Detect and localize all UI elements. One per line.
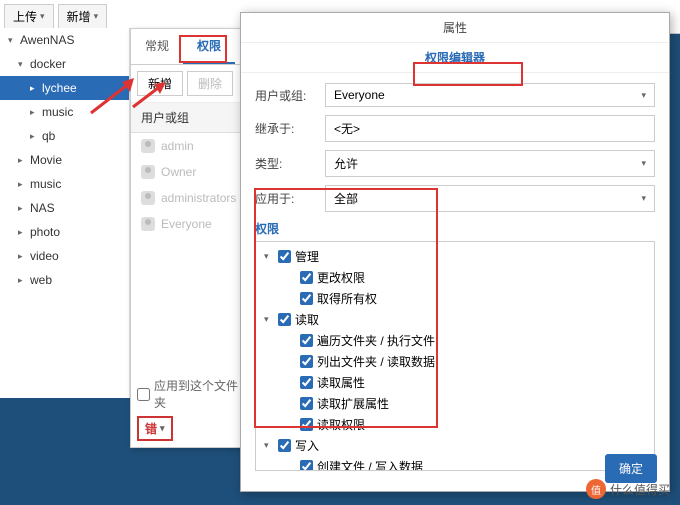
properties-panel: 常规 权限 新增 删除 用户或组 admin Owner administrat… <box>130 28 250 448</box>
apply-select[interactable]: 全部▾ <box>325 185 655 212</box>
perm-traverse[interactable]: 遍历文件夹 / 执行文件 <box>260 330 650 351</box>
chevron-down-icon: ▾ <box>94 11 99 22</box>
tree-movie[interactable]: ▸Movie <box>0 148 129 172</box>
tab-permission[interactable]: 权限 <box>183 29 235 64</box>
perm-read-attr[interactable]: 读取属性 <box>260 372 650 393</box>
tab-general[interactable]: 常规 <box>131 29 183 64</box>
create-button[interactable]: 新增▾ <box>58 4 108 29</box>
user-row[interactable]: Everyone <box>131 211 249 237</box>
user-row[interactable]: admin <box>131 133 249 159</box>
folder-tree: ▾AwenNAS ▾docker ▸lychee ▸music ▸qb ▸Mov… <box>0 28 130 398</box>
watermark-badge: 值 <box>586 479 606 499</box>
dialog-subtitle: 权限编辑器 <box>241 43 669 73</box>
watermark: 值 什么值得买 <box>586 479 670 499</box>
perm-write[interactable]: ▾写入 <box>260 435 650 456</box>
user-icon <box>141 165 155 179</box>
perm-read-perm[interactable]: 读取权限 <box>260 414 650 435</box>
delete-user-button[interactable]: 删除 <box>187 71 233 96</box>
user-icon <box>141 139 155 153</box>
inherit-select[interactable]: <无> <box>325 115 655 142</box>
perm-change-permission[interactable]: 更改权限 <box>260 267 650 288</box>
chevron-down-icon: ▾ <box>641 193 646 204</box>
dialog-title: 属性 <box>241 13 669 43</box>
inherit-label: 继承于: <box>255 120 325 137</box>
chevron-down-icon: ▾ <box>641 90 646 101</box>
add-user-button[interactable]: 新增 <box>137 71 183 96</box>
user-label: 用户或组: <box>255 87 325 104</box>
perm-create-file[interactable]: 创建文件 / 写入数据 <box>260 456 650 471</box>
type-label: 类型: <box>255 155 325 172</box>
tree-web[interactable]: ▸web <box>0 268 129 292</box>
error-button[interactable]: 错▾ <box>137 416 173 441</box>
user-row[interactable]: Owner <box>131 159 249 185</box>
tree-nas[interactable]: ▸NAS <box>0 196 129 220</box>
user-row[interactable]: administrators <box>131 185 249 211</box>
user-select[interactable]: Everyone▾ <box>325 83 655 107</box>
tree-video[interactable]: ▸video <box>0 244 129 268</box>
type-select[interactable]: 允许▾ <box>325 150 655 177</box>
perm-read-ext[interactable]: 读取扩展属性 <box>260 393 650 414</box>
perm-take-ownership[interactable]: 取得所有权 <box>260 288 650 309</box>
tree-qb[interactable]: ▸qb <box>0 124 129 148</box>
userlist-header: 用户或组 <box>131 103 249 133</box>
perm-manage[interactable]: ▾管理 <box>260 246 650 267</box>
tree-photo[interactable]: ▸photo <box>0 220 129 244</box>
upload-button[interactable]: 上传▾ <box>4 4 54 29</box>
user-icon <box>141 191 155 205</box>
tree-root[interactable]: ▾AwenNAS <box>0 28 129 52</box>
apply-folder-checkbox[interactable]: 应用到这个文件夹 <box>137 377 249 411</box>
chevron-down-icon: ▾ <box>641 158 646 169</box>
user-icon <box>141 217 155 231</box>
tree-docker[interactable]: ▾docker <box>0 52 129 76</box>
permission-editor-dialog: 属性 权限编辑器 用户或组:Everyone▾ 继承于:<无> 类型:允许▾ 应… <box>240 12 670 492</box>
permission-tree: ▾管理 更改权限 取得所有权 ▾读取 遍历文件夹 / 执行文件 列出文件夹 / … <box>255 241 655 471</box>
chevron-down-icon: ▾ <box>40 11 45 22</box>
permission-section-label: 权限 <box>255 220 655 237</box>
tree-music-sub[interactable]: ▸music <box>0 100 129 124</box>
tree-lychee[interactable]: ▸lychee <box>0 76 129 100</box>
perm-read[interactable]: ▾读取 <box>260 309 650 330</box>
apply-label: 应用于: <box>255 190 325 207</box>
tree-music[interactable]: ▸music <box>0 172 129 196</box>
perm-list[interactable]: 列出文件夹 / 读取数据 <box>260 351 650 372</box>
